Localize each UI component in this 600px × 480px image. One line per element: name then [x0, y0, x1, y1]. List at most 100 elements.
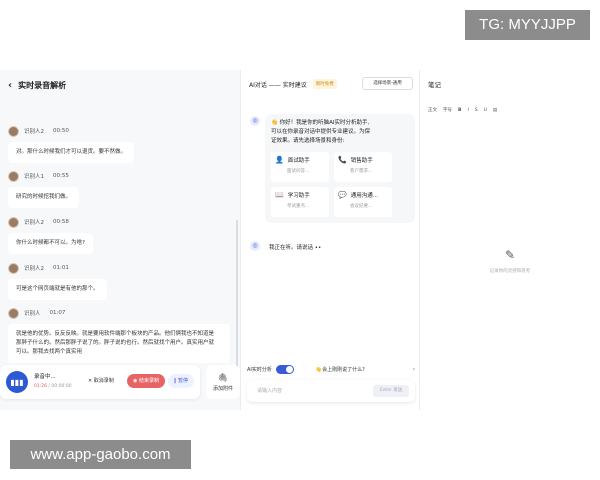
- end-recording-button[interactable]: ◉ 结束录制: [127, 374, 165, 388]
- transcript-item: 识别人 01:07 就是他的优势。反反反映。就是要用软件端那个板块的产品。他们俩我…: [8, 307, 230, 363]
- transcript-line: 就是他的优势。反反反映。就是要用软件端那个板块的产品。他们俩我也不知道是: [16, 331, 215, 337]
- add-attachment-button[interactable]: 🖇 添加附件: [206, 365, 240, 399]
- transcript-item: 识别人2 00:58 你什么时候都不可以。为啥?: [8, 216, 230, 254]
- person-icon: 👤: [275, 156, 284, 164]
- speaker-name: 识别人1: [24, 174, 44, 180]
- speaker-name: 识别人2: [24, 266, 44, 272]
- pause-label: 暂停: [178, 378, 189, 384]
- scene-select-button[interactable]: 选择场景-通用: [362, 77, 413, 90]
- bot-avatar-icon: ◎: [250, 241, 260, 251]
- scrollbar[interactable]: [236, 220, 238, 370]
- chat-header: AI对话 —— 实时建议 限时免费: [249, 79, 337, 89]
- notes-panel: 笔记 正文 字号 B I S U ▤ ✎ 记录你的灵感和思考: [420, 70, 600, 410]
- ai-chat-panel: AI对话 —— 实时建议 限时免费 选择场景-通用 ◎ 👋 你好！我是你的听脑A…: [241, 70, 419, 410]
- transcript-text: 对。那什么时候我们才可以退货。要不然做。: [8, 142, 135, 163]
- avatar: [8, 307, 19, 319]
- listening-message: 我正在听。请说话 ••: [269, 245, 322, 251]
- back-arrow-icon[interactable]: ‹: [8, 80, 12, 91]
- greeting-line: 证效果。请先选择场景和身份:: [271, 138, 345, 144]
- speaker-name: 识别人2: [24, 220, 44, 226]
- card-sales-assistant[interactable]: 📞 销售助手 客户需求...: [334, 152, 392, 182]
- speaker-name: 识别人2: [24, 129, 44, 135]
- timestamp: 00:55: [53, 173, 69, 179]
- card-subtitle: 客户需求...: [350, 169, 373, 174]
- speaker-name: 识别人: [24, 311, 41, 317]
- transcript-item: 识别人2 01:01 可是这个网页端就是有他的那个。: [8, 262, 230, 300]
- greeting-message: 👋 你好！我是你的听脑AI实时分析助手, 可以在你录音对话中提供专业建议。为保 …: [265, 114, 415, 223]
- timestamp: 01:07: [49, 310, 66, 316]
- edit-note-icon: ✎: [504, 248, 516, 262]
- card-subtitle: 会议纪要...: [350, 204, 373, 209]
- card-general-communication[interactable]: 💬 通用沟通... 会议纪要...: [334, 187, 392, 217]
- font-size-dropdown[interactable]: 字号: [443, 107, 452, 113]
- transcript-line: 可以。那我去找两个真实用: [16, 349, 83, 355]
- empty-hint: 记录你的灵感和思考: [489, 269, 531, 274]
- avatar: [8, 170, 19, 182]
- total-time: / 00:00:00: [48, 384, 72, 389]
- chat-input-placeholder: 请输入内容: [257, 388, 283, 394]
- transcript-line: 那胖子什么的。然后那胖子说了的。胖子说的也行。然后就找个用户。真实用户就: [16, 340, 215, 346]
- page-title: 实时录音解析: [18, 80, 67, 90]
- italic-button[interactable]: I: [467, 108, 468, 113]
- end-label: 结束录制: [138, 378, 159, 384]
- timestamp: 01:01: [53, 265, 69, 271]
- wave-hand-icon: 👋: [271, 120, 280, 126]
- strikethrough-button[interactable]: S: [475, 108, 478, 113]
- paragraph-style-dropdown[interactable]: 正文: [428, 107, 437, 113]
- transcript-item: 识别人2 00:50 对。那什么时候我们才可以退货。要不然做。: [8, 125, 230, 163]
- transcript-item: 识别人1 00:55 研究的时候挖我们做。: [8, 170, 230, 208]
- suggested-question[interactable]: 👋会上刚刚说了什么?: [316, 366, 365, 373]
- phone-icon: 📞: [338, 156, 347, 164]
- image-icon[interactable]: ▤: [493, 108, 497, 113]
- card-subtitle: 考试重点...: [287, 204, 310, 209]
- bold-button[interactable]: B: [458, 108, 461, 113]
- ai-analysis-toggle[interactable]: [275, 364, 294, 374]
- send-button[interactable]: Enter 发送: [373, 385, 409, 397]
- free-badge: 限时免费: [312, 79, 337, 89]
- chevron-right-icon[interactable]: ›: [413, 366, 415, 373]
- recording-status: 录音中...: [34, 374, 56, 380]
- recording-time: 01:26 / 00:00:00: [34, 384, 72, 389]
- underline-button[interactable]: U: [484, 108, 487, 113]
- ai-analysis-row: AI实时分析 👋会上刚刚说了什么? ›: [247, 364, 415, 374]
- elapsed-time: 01:26: [34, 384, 47, 389]
- book-icon: 📖: [275, 191, 284, 199]
- timestamp: 00:58: [53, 219, 69, 225]
- watermark-top: TG: MYYJJPP: [465, 10, 590, 40]
- card-study-assistant[interactable]: 📖 学习助手 考试重点...: [271, 187, 329, 217]
- assistant-cards: 👤 面试助手 面试问答... 📞 销售助手 客户需求... 📖 学习助手 考试重点..…: [271, 152, 409, 217]
- cancel-label: 取消录制: [93, 378, 114, 384]
- avatar: [8, 125, 19, 137]
- notes-title: 笔记: [428, 81, 441, 89]
- editor-toolbar: 正文 字号 B I S U ▤: [428, 107, 497, 114]
- transcript-header: ‹ 实时录音解析: [0, 70, 240, 100]
- greeting-line: 可以在你录音对话中提供专业建议。为保: [271, 129, 371, 135]
- recorder-bar: ▮▮▮ 录音中... 01:26 / 00:00:00 ✕ 取消录制 ◉ 结束录…: [0, 365, 240, 399]
- timestamp: 00:50: [53, 128, 69, 134]
- ai-analysis-label: AI实时分析: [247, 366, 272, 373]
- card-interview-assistant[interactable]: 👤 面试助手 面试问答...: [271, 152, 329, 182]
- waveform-icon: ▮▮▮: [6, 371, 28, 393]
- greeting-line: 👋 你好！我是你的听脑AI实时分析助手,: [271, 120, 370, 126]
- paperclip-icon: 🖇: [217, 372, 229, 382]
- card-title: 通用沟通...: [350, 193, 378, 199]
- transcript-panel: ‹ 实时录音解析 识别人2 00:50 对。那什么时候我们才可以退货。要不然做。 …: [0, 70, 240, 410]
- watermark-bottom: www.app-gaobo.com: [10, 440, 191, 469]
- transcript-text: 你什么时候都不可以。为啥?: [8, 233, 93, 254]
- app-window: ‹ 实时录音解析 识别人2 00:50 对。那什么时候我们才可以退货。要不然做。 …: [0, 70, 600, 410]
- recorder-card: ▮▮▮ 录音中... 01:26 / 00:00:00 ✕ 取消录制 ◉ 结束录…: [0, 365, 200, 399]
- attach-label: 添加附件: [212, 385, 233, 392]
- transcript-text: 就是他的优势。反反反映。就是要用软件端那个板块的产品。他们俩我也不知道是 那胖子…: [8, 324, 230, 363]
- cancel-recording-button[interactable]: ✕ 取消录制: [88, 377, 114, 384]
- pause-button[interactable]: ‖ 暂停: [168, 374, 194, 388]
- card-title: 学习助手: [287, 193, 310, 199]
- transcript-text: 研究的时候挖我们做。: [8, 187, 80, 208]
- transcript-text: 可是这个网页端就是有他的那个。: [8, 279, 107, 300]
- greeting-text: 👋 你好！我是你的听脑AI实时分析助手, 可以在你录音对话中提供专业建议。为保 …: [271, 119, 409, 146]
- avatar: [8, 216, 19, 228]
- card-subtitle: 面试问答...: [287, 169, 310, 174]
- chat-icon: 💬: [338, 191, 347, 199]
- avatar: [8, 262, 19, 274]
- card-title: 销售助手: [350, 158, 373, 164]
- chat-input[interactable]: 请输入内容 Enter 发送: [247, 380, 415, 402]
